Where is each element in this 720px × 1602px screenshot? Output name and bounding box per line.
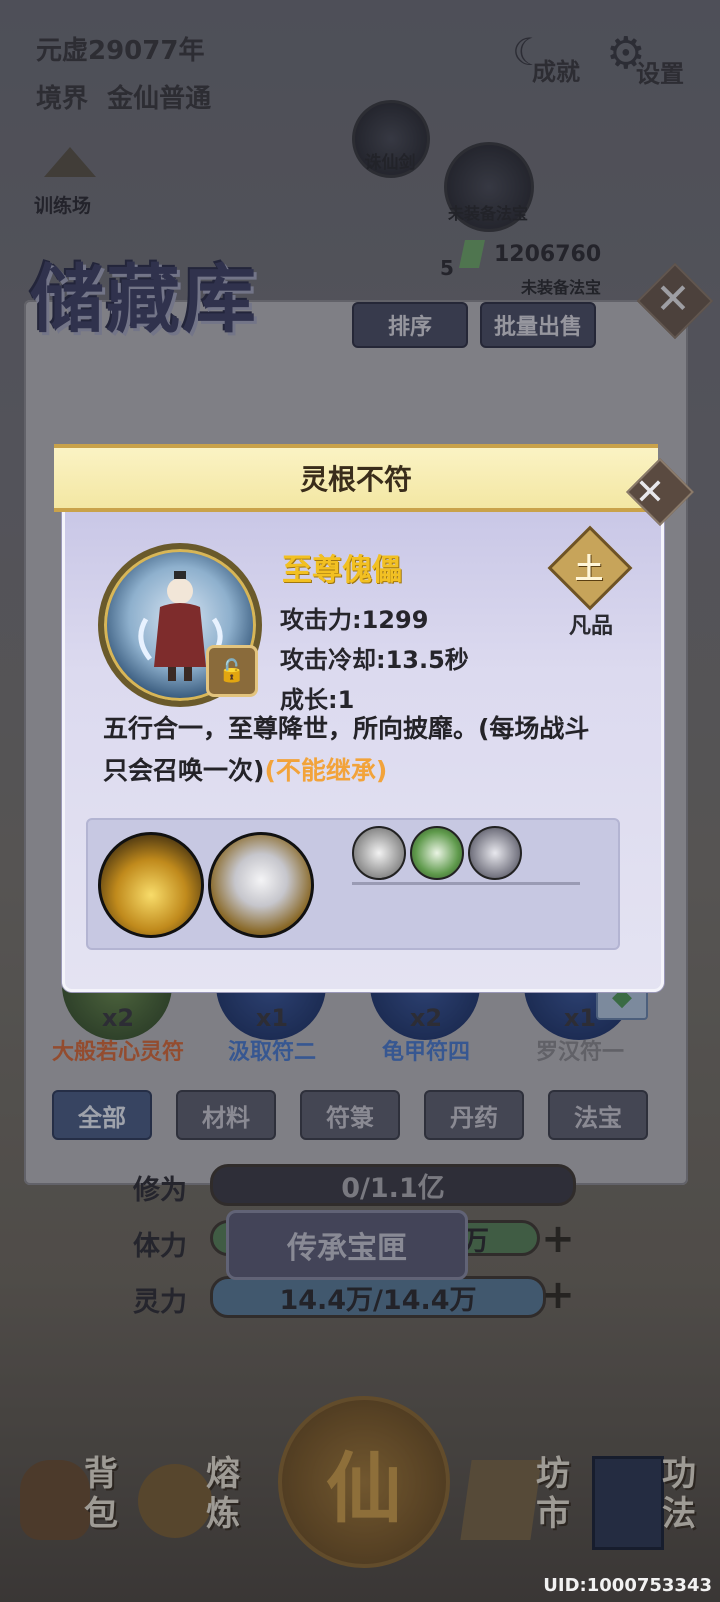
modal-header: 灵根不符 bbox=[54, 444, 658, 512]
puppet-description: 五行合一，至尊降世，所向披靡。(每场战斗只会召唤一次)(不能继承) bbox=[103, 708, 613, 792]
skill-summon-icon[interactable] bbox=[98, 832, 204, 938]
skill-puppet-icon[interactable] bbox=[208, 832, 314, 938]
puppet-name: 至尊傀儡 bbox=[282, 553, 402, 588]
unlock-icon[interactable]: 🔓 bbox=[206, 645, 258, 697]
user-id: UID:1000753343 bbox=[543, 1575, 712, 1596]
no-inherit-note: (不能继承) bbox=[264, 756, 388, 785]
modal-header-title: 灵根不符 bbox=[299, 463, 412, 496]
attack-stat: 攻击力:1299 bbox=[280, 606, 429, 634]
element-water-icon[interactable] bbox=[468, 826, 522, 880]
element-metal-icon[interactable] bbox=[352, 826, 406, 880]
modal-close-icon[interactable]: ✕ bbox=[624, 466, 676, 518]
element-wood-icon[interactable] bbox=[410, 826, 464, 880]
earth-element-glyph: 土 bbox=[574, 552, 603, 585]
cooldown-stat: 攻击冷却:13.5秒 bbox=[280, 646, 469, 674]
grade-label: 凡品 bbox=[568, 614, 613, 639]
skills-divider bbox=[352, 882, 580, 885]
